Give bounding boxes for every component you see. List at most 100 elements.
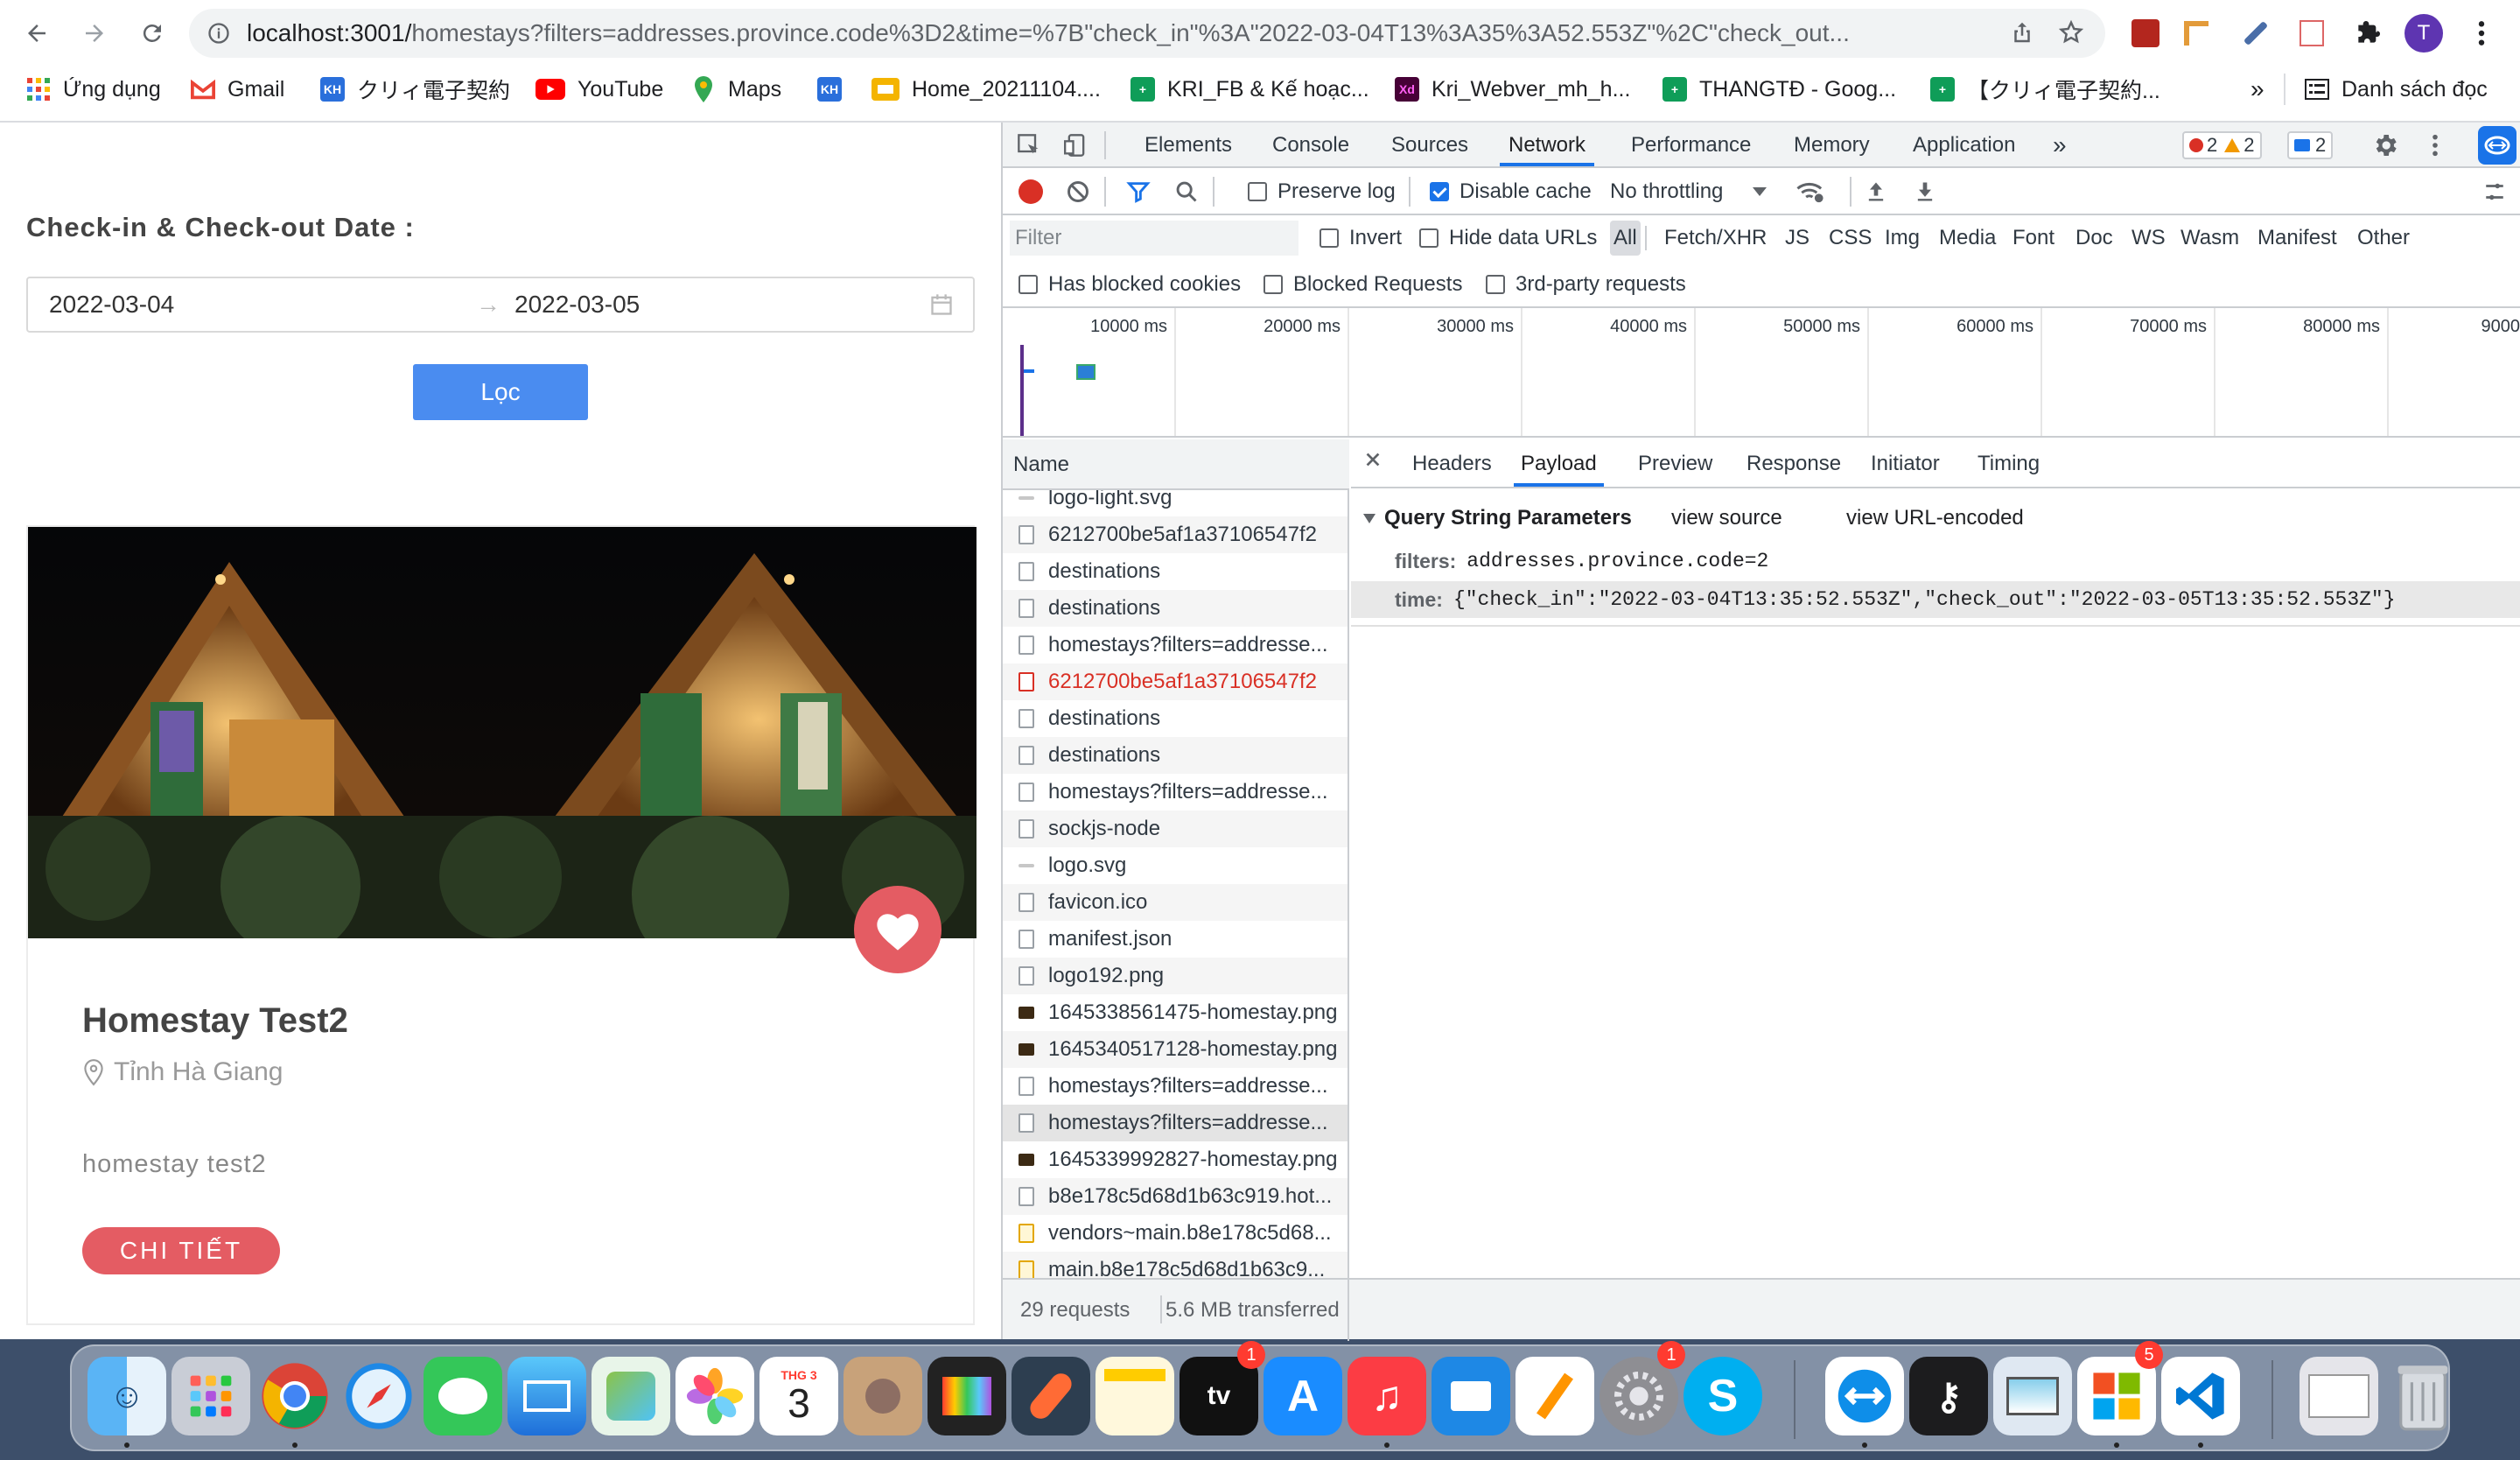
type-filter-css[interactable]: CSS — [1825, 221, 1875, 256]
blocked-requests-checkbox[interactable] — [1264, 275, 1283, 294]
date-range-picker[interactable]: 2022-03-04 → 2022-03-05 — [26, 277, 975, 333]
homestay-card[interactable]: Homestay Test2 Tỉnh Hà Giang homestay te… — [26, 525, 976, 1325]
vscode-icon[interactable] — [2161, 1357, 2240, 1435]
minimized-window-icon[interactable] — [2300, 1357, 2378, 1435]
type-filter-font[interactable]: Font — [2009, 221, 2058, 256]
mail-icon[interactable] — [508, 1357, 586, 1435]
finder-icon[interactable]: ☺ — [88, 1357, 166, 1435]
tab-initiator[interactable]: Initiator — [1871, 439, 1940, 487]
request-row[interactable]: b8e178c5d68d1b63c919.hot... — [1003, 1178, 1348, 1215]
pages-icon[interactable] — [1516, 1357, 1594, 1435]
preserve-log-toggle[interactable]: Preserve log — [1248, 168, 1396, 215]
bookmark-thangtd[interactable]: + THANGTĐ - Goog... — [1662, 67, 1896, 112]
inspect-element-icon[interactable] — [1017, 133, 1041, 158]
blocked-cookies-toggle[interactable]: Has blocked cookies — [1018, 263, 1241, 306]
view-url-encoded-link[interactable]: view URL-encoded — [1846, 506, 2024, 530]
forward-button[interactable] — [74, 12, 116, 54]
bookmark-apps[interactable]: Ứng dụng — [26, 67, 161, 112]
url-text[interactable]: localhost:3001/homestays?filters=address… — [247, 9, 1997, 58]
type-filter-ws[interactable]: WS — [2128, 221, 2169, 256]
request-row[interactable]: manifest.json — [1003, 921, 1348, 958]
view-source-link[interactable]: view source — [1671, 506, 1782, 530]
request-row[interactable]: 1645339992827-homestay.png — [1003, 1141, 1348, 1178]
network-overview-timeline[interactable]: 10000 ms 20000 ms 30000 ms 40000 ms 5000… — [1003, 308, 2520, 438]
notes-icon[interactable] — [1096, 1357, 1174, 1435]
bookmark-kuri-contract[interactable]: KH クリィ電子契約 — [320, 67, 510, 112]
rocket-typist-icon[interactable] — [1012, 1357, 1090, 1435]
param-row-filters[interactable]: filters: addresses.province.code=2 — [1351, 543, 2520, 579]
skype-icon[interactable]: S — [1684, 1357, 1762, 1435]
network-conditions-icon[interactable] — [1796, 179, 1825, 205]
tab-elements[interactable]: Elements — [1144, 123, 1232, 166]
query-params-section-header[interactable]: Query String Parameters — [1363, 506, 1632, 530]
tab-network[interactable]: Network — [1500, 123, 1595, 166]
request-row[interactable]: favicon.ico — [1003, 884, 1348, 921]
favorite-button[interactable] — [854, 886, 942, 973]
address-bar[interactable]: localhost:3001/homestays?filters=address… — [189, 9, 2105, 58]
extension-red-icon[interactable] — [2126, 14, 2165, 53]
record-button[interactable] — [1018, 179, 1043, 204]
request-row[interactable]: vendors~main.b8e178c5d68... — [1003, 1215, 1348, 1252]
name-column-header[interactable]: Name — [1003, 439, 1349, 490]
type-filter-wasm[interactable]: Wasm — [2177, 221, 2243, 256]
invert-toggle[interactable]: Invert — [1320, 215, 1402, 261]
tab-memory[interactable]: Memory — [1794, 123, 1870, 166]
import-har-icon[interactable] — [1864, 179, 1888, 205]
microsoft-office-icon[interactable] — [2077, 1357, 2156, 1435]
invert-checkbox[interactable] — [1320, 228, 1339, 248]
hide-data-urls-toggle[interactable]: Hide data URLs — [1419, 215, 1597, 261]
site-info-icon[interactable] — [206, 21, 231, 46]
launchpad-icon[interactable] — [172, 1357, 250, 1435]
third-party-checkbox[interactable] — [1486, 275, 1505, 294]
maps-app-icon[interactable] — [592, 1357, 670, 1435]
tab-application[interactable]: Application — [1913, 123, 2015, 166]
search-icon[interactable] — [1174, 179, 1199, 204]
type-filter-img[interactable]: Img — [1881, 221, 1923, 256]
issues-badge[interactable]: 2 2 — [2182, 131, 2262, 159]
extension-ruler-icon[interactable] — [2177, 14, 2216, 53]
extension-form-icon[interactable] — [2292, 14, 2331, 53]
throttling-select[interactable]: No throttling — [1610, 168, 1768, 215]
tab-performance[interactable]: Performance — [1631, 123, 1751, 166]
messages-badge[interactable]: 2 — [2287, 131, 2334, 159]
request-row[interactable]: logo.svg — [1003, 847, 1348, 884]
disable-cache-toggle[interactable]: Disable cache — [1430, 168, 1592, 215]
type-filter-media[interactable]: Media — [1936, 221, 1999, 256]
request-row[interactable]: 6212700be5af1a37106547f2 — [1003, 516, 1348, 553]
bookmark-youtube[interactable]: YouTube — [536, 67, 663, 112]
preserve-log-checkbox[interactable] — [1248, 182, 1267, 201]
bookmark-gmail[interactable]: Gmail — [191, 67, 284, 112]
blocked-requests-toggle[interactable]: Blocked Requests — [1264, 263, 1462, 306]
bookmark-kh[interactable]: KH — [817, 67, 854, 112]
tab-headers[interactable]: Headers — [1412, 439, 1492, 487]
param-row-time[interactable]: time: {"check_in":"2022-03-04T13:35:52.5… — [1351, 581, 2520, 618]
reload-button[interactable] — [131, 12, 173, 54]
chrome-icon[interactable] — [256, 1357, 334, 1435]
trash-icon[interactable] — [2384, 1357, 2462, 1435]
type-filter-js[interactable]: JS — [1782, 221, 1813, 256]
request-row[interactable]: logo-light.svg — [1003, 490, 1348, 516]
request-row[interactable]: main.b8e178c5d68d1b63c9... — [1003, 1252, 1348, 1278]
system-preferences-icon[interactable] — [1600, 1357, 1678, 1435]
clear-icon[interactable] — [1066, 179, 1090, 204]
tab-preview[interactable]: Preview — [1638, 439, 1712, 487]
tab-payload[interactable]: Payload — [1514, 439, 1604, 487]
profile-avatar[interactable]: T — [2404, 14, 2443, 53]
teamviewer-icon[interactable] — [1825, 1357, 1904, 1435]
preview-icon[interactable] — [1993, 1357, 2072, 1435]
chrome-menu-icon[interactable] — [2462, 14, 2501, 53]
hide-data-urls-checkbox[interactable] — [1419, 228, 1438, 248]
more-tabs-button[interactable]: » — [2053, 123, 2067, 166]
export-har-icon[interactable] — [1913, 179, 1937, 205]
request-row[interactable]: 1645338561475-homestay.png — [1003, 994, 1348, 1031]
third-party-toggle[interactable]: 3rd-party requests — [1486, 263, 1686, 306]
extension-eyedropper-icon[interactable] — [2236, 14, 2275, 53]
bookmark-kuri-sheet[interactable]: + 【クリィ電子契約... — [1930, 67, 2160, 112]
request-row[interactable]: destinations — [1003, 553, 1348, 590]
close-detail-icon[interactable] — [1363, 450, 1382, 469]
teamviewer-panel-icon[interactable] — [2478, 126, 2516, 165]
filter-funnel-icon[interactable] — [1125, 179, 1152, 204]
back-button[interactable] — [16, 12, 58, 54]
request-row[interactable]: destinations — [1003, 590, 1348, 627]
tab-response[interactable]: Response — [1746, 439, 1841, 487]
